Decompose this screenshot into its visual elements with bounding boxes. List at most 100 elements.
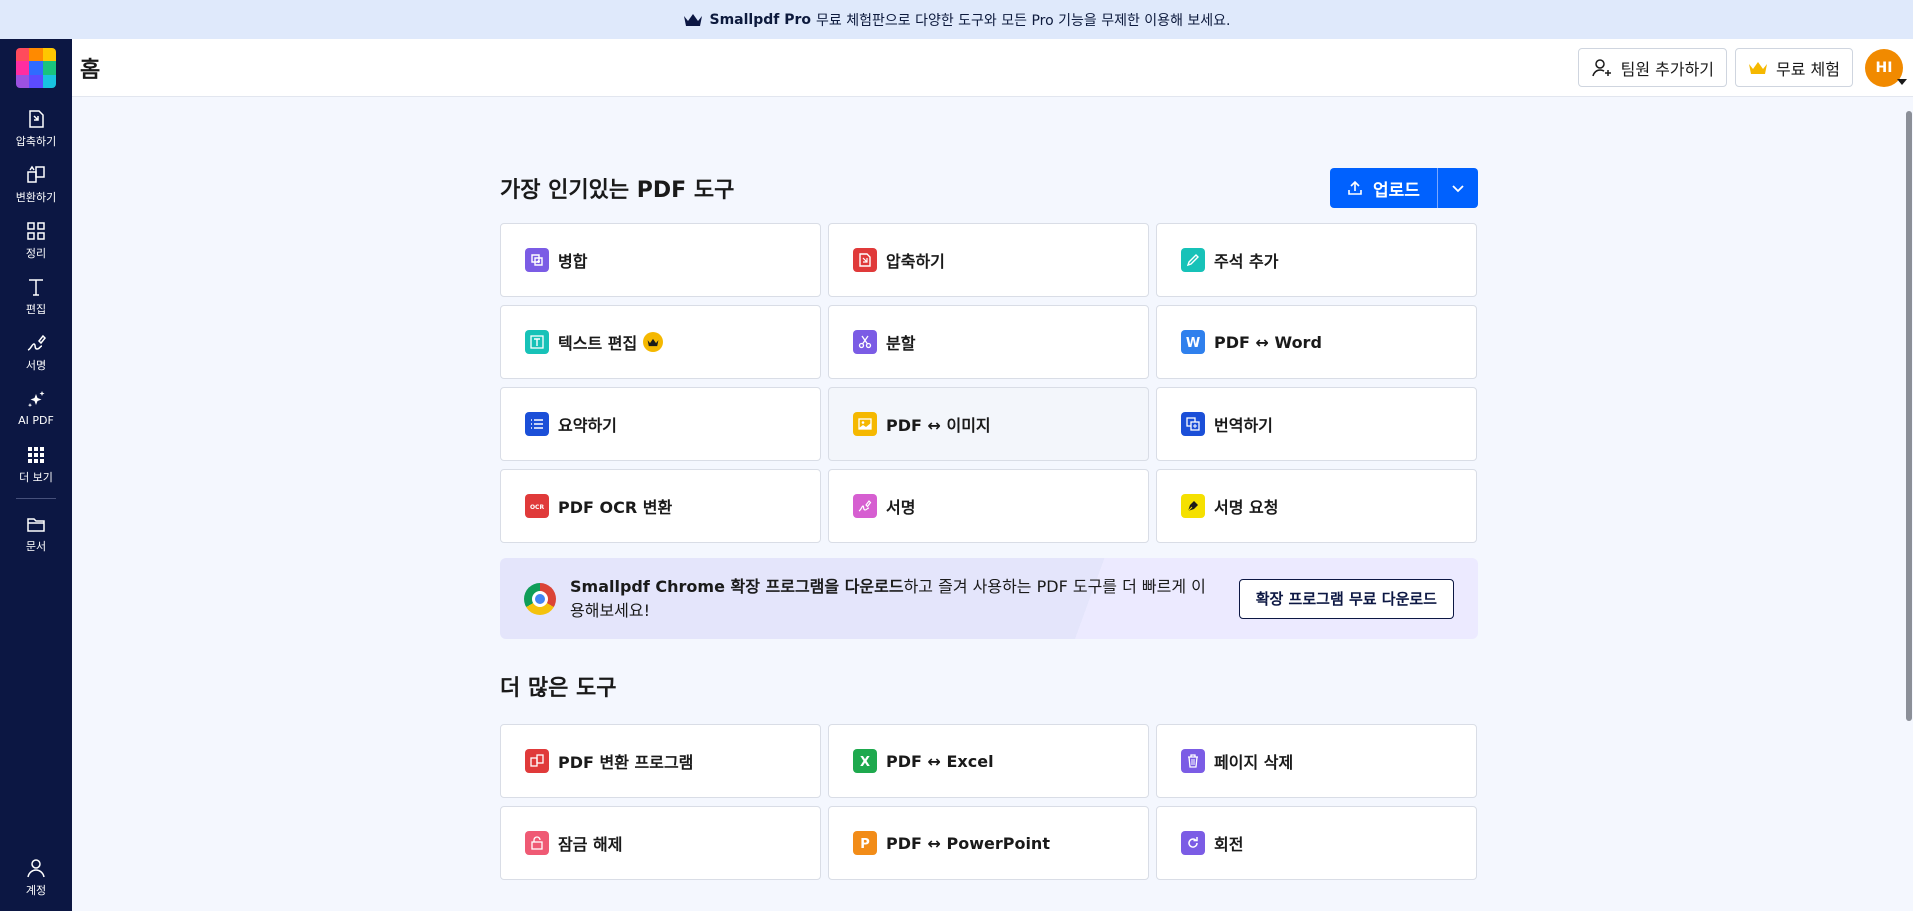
upload-button-group: 업로드: [1330, 168, 1478, 208]
tool-card-label: 회전: [1214, 835, 1244, 854]
sidebar-item-sign[interactable]: 서명: [0, 324, 72, 380]
excel-icon: X: [853, 749, 877, 773]
folder-icon: [27, 517, 45, 532]
tool-card-compress[interactable]: 압축하기: [828, 223, 1149, 297]
popular-tools-title: 가장 인기있는 PDF 도구: [500, 178, 735, 203]
add-team-member-button[interactable]: 팀원 추가하기: [1577, 48, 1728, 87]
tool-card-label: 서명: [886, 498, 916, 517]
sidebar-item-organize[interactable]: 정리: [0, 212, 72, 268]
sidebar-item-label: 편집: [25, 302, 47, 316]
trash-icon: [1181, 749, 1205, 773]
svg-text:X: X: [860, 755, 870, 769]
svg-text:P: P: [860, 837, 870, 851]
upload-button[interactable]: 업로드: [1330, 168, 1437, 208]
sidebar-item-convert[interactable]: 변환하기: [0, 156, 72, 212]
tool-card-unlock[interactable]: 잠금 해제: [500, 806, 821, 880]
crown-icon: [1749, 61, 1768, 74]
tool-card-label: 잠금 해제: [558, 835, 623, 854]
sidebar-item-account[interactable]: 계정: [0, 849, 72, 905]
tool-card-label: PDF ↔ Excel: [886, 751, 994, 771]
tool-card-label: 텍스트 편집: [558, 334, 638, 353]
popular-tools-grid: 병합 압축하기 주석 추가텍스트 편집 분할 W PDF ↔ Word 요약하기 PDF ↔ …: [500, 223, 1478, 543]
sidebar-item-label: 더 보기: [19, 470, 53, 484]
sidebar-item-label: 변환하기: [15, 190, 57, 204]
tool-card-label: 페이지 삭제: [1214, 753, 1294, 772]
free-trial-button[interactable]: 무료 체험: [1735, 48, 1853, 87]
user-icon: [27, 858, 45, 877]
compress-icon: [853, 248, 877, 272]
tool-card-word[interactable]: W PDF ↔ Word: [1156, 305, 1477, 379]
avatar-initials: HI: [1875, 59, 1893, 76]
request-sign-icon: [1181, 494, 1205, 518]
top-bar: 홈 팀원 추가하기 무료 체험 HI: [72, 39, 1913, 97]
tool-card-translate[interactable]: 번역하기: [1156, 387, 1477, 461]
chrome-banner-bold: Smallpdf Chrome 확장 프로그램을 다운로드: [570, 576, 904, 596]
tool-card-annotate[interactable]: 주석 추가: [1156, 223, 1477, 297]
tool-card-label: 병합: [558, 252, 588, 271]
tool-card-label: PDF ↔ Word: [1214, 332, 1322, 352]
summary-icon: [525, 412, 549, 436]
grid-icon: [28, 446, 44, 463]
compress-icon: [29, 109, 44, 128]
rotate-icon: [1181, 831, 1205, 855]
tool-card-rotate[interactable]: 회전: [1156, 806, 1477, 880]
tool-card-split[interactable]: 분할: [828, 305, 1149, 379]
more-tools-grid: PDF 변환 프로그램 X PDF ↔ Excel 페이지 삭제잠금 해제 P PDF ↔…: [500, 724, 1478, 880]
tool-card-sign[interactable]: 서명: [828, 469, 1149, 543]
svg-text:W: W: [1186, 336, 1200, 350]
ai-sparkle-icon: [28, 391, 45, 407]
chrome-extension-banner: Smallpdf Chrome 확장 프로그램을 다운로드하고 즐겨 사용하는 …: [500, 558, 1478, 639]
tool-card-label: PDF ↔ PowerPoint: [886, 833, 1050, 853]
organize-icon: [27, 221, 45, 240]
page-title: 홈: [80, 57, 101, 83]
svg-text:OCR: OCR: [530, 504, 545, 511]
scrollbar-thumb[interactable]: [1906, 111, 1912, 721]
upload-dropdown-button[interactable]: [1437, 168, 1478, 208]
sidebar-item-edit[interactable]: 편집: [0, 268, 72, 324]
tool-card-convert[interactable]: PDF 변환 프로그램: [500, 724, 821, 798]
chrome-banner-text: Smallpdf Chrome 확장 프로그램을 다운로드하고 즐겨 사용하는 …: [570, 575, 1218, 623]
smallpdf-logo[interactable]: [16, 48, 56, 88]
tool-card-image[interactable]: PDF ↔ 이미지: [828, 387, 1149, 461]
sign-icon: [853, 494, 877, 518]
promo-banner[interactable]: Smallpdf Pro 무료 체험판으로 다양한 도구와 모든 Pro 기능을…: [0, 0, 1913, 39]
free-trial-label: 무료 체험: [1776, 59, 1840, 79]
tool-card-label: PDF 변환 프로그램: [558, 753, 694, 772]
more-tools-title: 더 많은 도구: [500, 676, 617, 701]
tool-card-label: 서명 요청: [1214, 498, 1279, 517]
tool-card-merge[interactable]: 병합: [500, 223, 821, 297]
pro-crown-icon: [643, 332, 664, 352]
download-extension-button[interactable]: 확장 프로그램 무료 다운로드: [1238, 578, 1454, 619]
text-edit-icon: [525, 330, 549, 354]
scrollbar[interactable]: [1905, 97, 1913, 911]
sidebar-item-label: 압축하기: [15, 134, 57, 148]
powerpoint-icon: P: [853, 831, 877, 855]
image-icon: [853, 412, 877, 436]
ocr-icon: OCR: [525, 494, 549, 518]
convert-icon: [525, 749, 549, 773]
tool-card-text-edit[interactable]: 텍스트 편집: [500, 305, 821, 379]
merge-icon: [525, 248, 549, 272]
tool-card-excel[interactable]: X PDF ↔ Excel: [828, 724, 1149, 798]
convert-icon: [27, 165, 45, 183]
tool-card-label: 주석 추가: [1214, 252, 1279, 271]
tool-card-powerpoint[interactable]: P PDF ↔ PowerPoint: [828, 806, 1149, 880]
promo-text: 무료 체험판으로 다양한 도구와 모든 Pro 기능을 무제한 이용해 보세요.: [816, 12, 1231, 29]
sidebar-item-label: AI PDF: [18, 414, 54, 427]
sidebar-item-more[interactable]: 더 보기: [0, 436, 72, 492]
tool-card-label: 요약하기: [558, 416, 617, 435]
unlock-icon: [525, 831, 549, 855]
upload-icon: [1348, 180, 1362, 195]
avatar[interactable]: HI: [1865, 48, 1907, 87]
edit-text-icon: [29, 278, 43, 296]
tool-card-ocr[interactable]: OCR PDF OCR 변환: [500, 469, 821, 543]
sidebar-item-compress[interactable]: 압축하기: [0, 100, 72, 156]
annotate-icon: [1181, 248, 1205, 272]
tool-card-request-sign[interactable]: 서명 요청: [1156, 469, 1477, 543]
caret-down-icon: [1897, 78, 1907, 85]
tool-card-summary[interactable]: 요약하기: [500, 387, 821, 461]
sidebar-item-ai-pdf[interactable]: AI PDF: [0, 380, 72, 436]
tool-card-trash[interactable]: 페이지 삭제: [1156, 724, 1477, 798]
sidebar-item-documents[interactable]: 문서: [0, 505, 72, 561]
add-user-icon: [1591, 58, 1611, 76]
